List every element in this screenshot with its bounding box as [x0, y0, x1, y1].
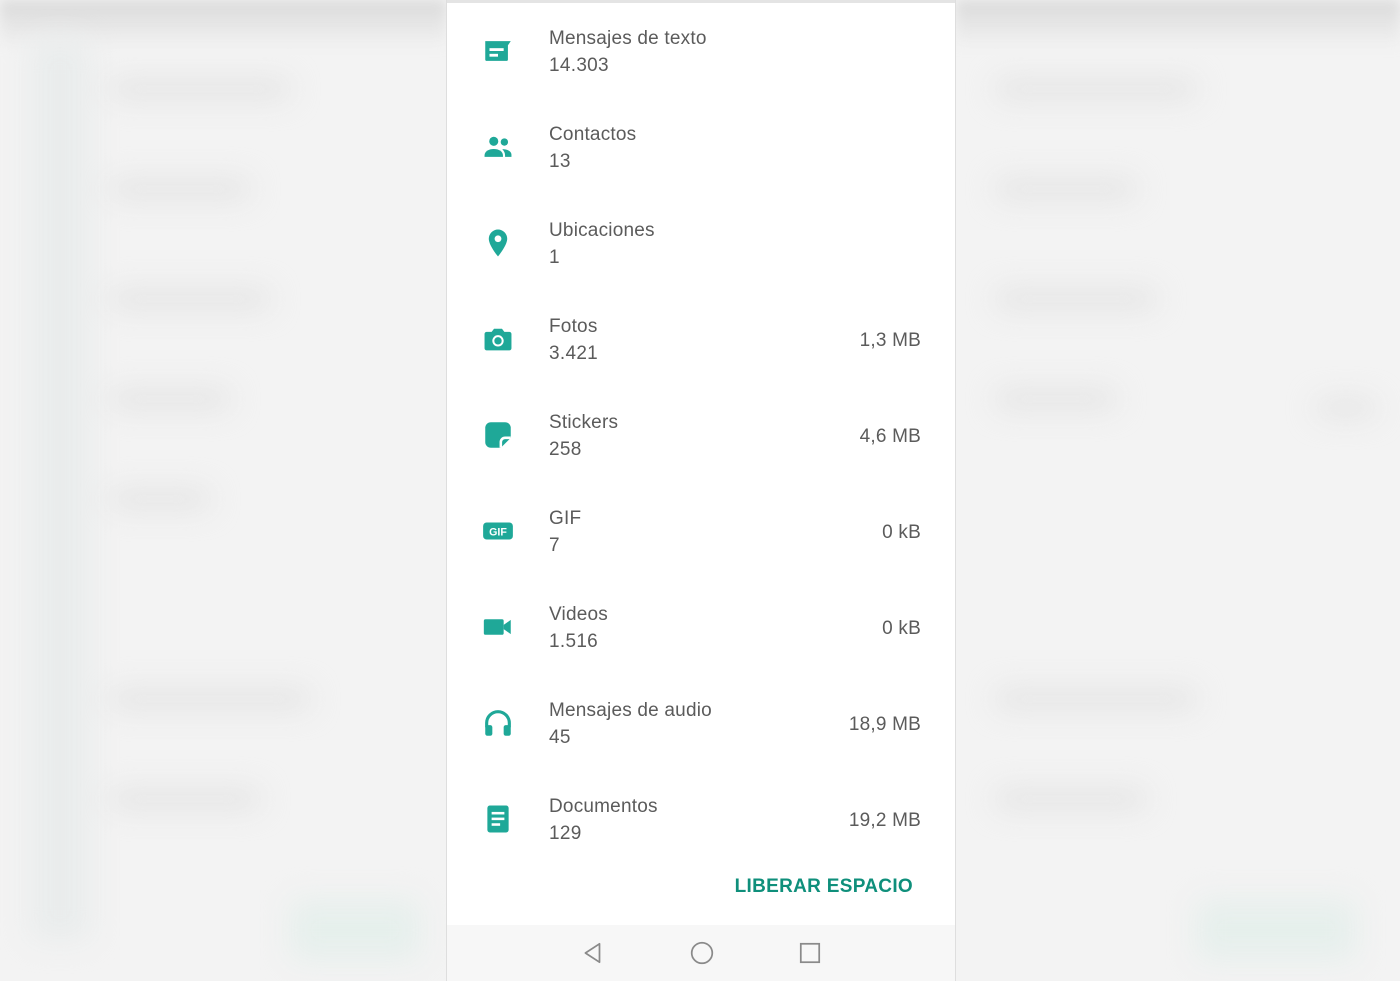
list-item-audio-messages[interactable]: Mensajes de audio 45 18,9 MB: [447, 674, 955, 770]
recents-icon[interactable]: [795, 939, 825, 967]
item-count: 1: [549, 247, 560, 268]
list-item-contacts[interactable]: Contactos 13: [447, 98, 955, 194]
gif-icon: GIF: [481, 514, 515, 548]
item-title: Stickers: [549, 412, 619, 433]
item-count: 1.516: [549, 631, 599, 652]
camera-icon: [481, 322, 515, 356]
item-title: Contactos: [549, 124, 637, 145]
item-title: Mensajes de texto: [549, 28, 707, 49]
system-navigation-bar: [447, 925, 955, 981]
item-count: 258: [549, 439, 582, 460]
list-item-stickers[interactable]: Stickers 258 4,6 MB: [447, 386, 955, 482]
list-item-text-messages[interactable]: Mensajes de texto 14.303: [447, 2, 955, 98]
message-icon: [481, 34, 515, 68]
item-size: 0 kB: [882, 618, 921, 639]
list-item-videos[interactable]: Videos 1.516 0 kB: [447, 578, 955, 674]
item-size: 4,6 MB: [859, 426, 921, 447]
item-count: 14.303: [549, 55, 609, 76]
free-space-button[interactable]: LIBERAR ESPACIO: [735, 876, 913, 898]
svg-text:GIF: GIF: [489, 527, 507, 539]
video-icon: [481, 610, 515, 644]
item-title: Videos: [549, 604, 608, 625]
item-title: Mensajes de audio: [549, 700, 712, 721]
list-item-documents[interactable]: Documentos 129 19,2 MB: [447, 770, 955, 866]
location-icon: [481, 226, 515, 260]
home-icon[interactable]: [687, 939, 717, 967]
item-size: 1,3 MB: [859, 330, 921, 351]
sticker-icon: [481, 418, 515, 452]
document-icon: [481, 802, 515, 836]
headphones-icon: [481, 706, 515, 740]
blurred-background-left: [0, 0, 446, 981]
blurred-background-right: [956, 0, 1400, 981]
contacts-icon: [481, 130, 515, 164]
item-size: 18,9 MB: [848, 714, 921, 735]
item-title: GIF: [549, 508, 582, 529]
item-size: 19,2 MB: [848, 810, 921, 831]
list-item-locations[interactable]: Ubicaciones 1: [447, 194, 955, 290]
list-item-photos[interactable]: Fotos 3.421 1,3 MB: [447, 290, 955, 386]
item-title: Fotos: [549, 316, 598, 337]
list-item-gif[interactable]: GIF GIF 7 0 kB: [447, 482, 955, 578]
item-count: 7: [549, 535, 560, 556]
item-count: 45: [549, 727, 571, 748]
storage-usage-screen: Mensajes de texto 14.303 Contactos 13 Ub…: [446, 0, 956, 981]
item-title: Ubicaciones: [549, 220, 655, 241]
item-count: 13: [549, 151, 571, 172]
back-icon[interactable]: [578, 939, 608, 967]
item-count: 129: [549, 823, 582, 844]
item-count: 3.421: [549, 343, 599, 364]
item-title: Documentos: [549, 796, 658, 817]
item-size: 0 kB: [882, 522, 921, 543]
